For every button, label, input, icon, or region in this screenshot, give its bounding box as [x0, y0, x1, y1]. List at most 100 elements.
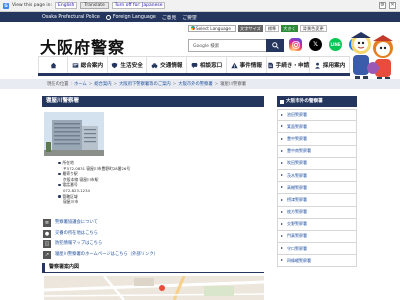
breadcrumb-station-guide[interactable]: 大阪府下警察署等のご案内: [119, 81, 171, 87]
nav-traffic[interactable]: 交通情報: [147, 57, 188, 73]
car-icon: [151, 62, 158, 68]
translate-language-select[interactable]: English: [55, 2, 78, 9]
breadcrumb-separator: :: [70, 81, 72, 87]
nav-label: 採用案内: [322, 63, 346, 69]
site-name-en: Osaka Prefectural Police: [42, 14, 100, 20]
request-link[interactable]: ご要望: [182, 14, 196, 21]
sidebar-item-label: 守口警察署: [287, 245, 307, 251]
nav-general-info[interactable]: 総合案内: [68, 57, 108, 73]
background-color-button[interactable]: 背景色変更: [299, 24, 327, 32]
google-translate-icon: G: [3, 2, 9, 9]
link-text: 防犯情報マップはこちら: [55, 241, 103, 246]
arrow-right-icon: [281, 174, 283, 177]
foreign-language-link[interactable]: Foreign Language: [105, 14, 156, 20]
instagram-icon[interactable]: [289, 38, 302, 51]
breadcrumb-general-info[interactable]: 総合案内: [94, 81, 111, 87]
translate-view-label: View this page in:: [12, 3, 53, 8]
nav-procedures[interactable]: 手続き・申請: [267, 57, 311, 73]
sidebar-item-minoh[interactable]: 箕面警察署: [277, 121, 357, 134]
sidebar-item-label: 豊中南警察署: [287, 148, 311, 154]
document-icon: ≡: [43, 219, 51, 228]
sidebar-item-katano[interactable]: 交野警察署: [277, 218, 357, 231]
nav-recruitment[interactable]: 採用案内: [310, 57, 350, 73]
search-box: [188, 39, 284, 52]
sidebar-item-ibaraki[interactable]: 茨木警察署: [277, 169, 357, 183]
police-station-photo: [44, 112, 104, 156]
document-icon: [268, 62, 273, 68]
person-icon: [314, 62, 320, 69]
font-size-normal-button[interactable]: 標準: [264, 24, 280, 32]
crime-map-link[interactable]: ◫ 防犯情報マップはこちら: [43, 239, 243, 250]
breadcrumb-separator: >: [88, 81, 93, 87]
translate-turn-off-select[interactable]: Turn off for: Japanese: [111, 2, 166, 9]
sidebar-item-hirakata[interactable]: 枚方警察署: [277, 206, 357, 219]
sidebar-item-label: 豊中警察署: [287, 135, 307, 141]
koban-location-link[interactable]: ● 交番の所在地はこちら: [43, 229, 243, 240]
close-icon[interactable]: ✕: [389, 2, 396, 9]
select-language-dropdown[interactable]: Select Language: [188, 24, 236, 32]
sidebar-item-ikeda[interactable]: 池田警察署: [277, 109, 357, 122]
area-value: 寝屋川市: [63, 199, 79, 205]
link-text: 警察署協議会について: [55, 220, 98, 225]
map-section-title: 警察署案内図: [42, 263, 264, 273]
nav-life-safety[interactable]: 生活安全: [108, 57, 148, 73]
map-marker-icon: [159, 285, 165, 291]
search-button[interactable]: [266, 39, 284, 52]
breadcrumb-outside-city[interactable]: 大阪市外の警察署: [178, 81, 212, 87]
translate-button[interactable]: Translate: [80, 2, 109, 9]
main-nav: 総合案内 生活安全 交通情報 相談窓口 事件情報 手続き・申請 採用案内: [38, 56, 350, 76]
sidebar-item-toyonaka-minami[interactable]: 豊中南警察署: [277, 145, 357, 158]
council-link[interactable]: ≡ 警察署協議会について: [43, 218, 243, 229]
sidebar-title: 大阪市外の警察署: [277, 96, 357, 107]
sidebar-item-toyonaka[interactable]: 豊中警察署: [277, 133, 357, 146]
station-info: 所在地 〒572-0831 寝屋川市豊野町28番26号 最寄り駅 京阪本線 寝屋…: [58, 160, 258, 205]
external-link-icon: ↗: [43, 250, 51, 259]
nav-label: 相談窓口: [199, 63, 223, 69]
sidebar-item-label: 摂津警察署: [287, 196, 307, 202]
nav-label: 総合案内: [80, 63, 104, 69]
map-icon: ◫: [43, 240, 51, 249]
breadcrumb-home[interactable]: ホーム: [74, 81, 87, 87]
x-icon[interactable]: 𝕏: [309, 38, 322, 51]
sidebar-item-kadoma[interactable]: 門真警察署: [277, 230, 357, 244]
station-homepage-link[interactable]: ↗ 寝屋川警察署のホームページはこちら（外部リンク）: [43, 250, 243, 261]
station-map[interactable]: [44, 276, 264, 300]
sidebar-item-label: 茨木警察署: [287, 172, 307, 178]
sidebar-item-takatsuki[interactable]: 高槻警察署: [277, 182, 357, 195]
nav-incidents[interactable]: 事件情報: [227, 57, 267, 73]
arrow-right-icon: [281, 259, 283, 262]
link-text: 寝屋川警察署のホームページはこちら（外部リンク）: [55, 251, 158, 257]
font-size-label: 文字サイズ: [238, 24, 263, 32]
select-language-label: Select Language: [196, 25, 231, 31]
sidebar-item-shijonawate[interactable]: 四條畷警察署: [277, 255, 357, 268]
nav-home[interactable]: [38, 57, 68, 73]
sidebar-item-moriguchi[interactable]: 守口警察署: [277, 243, 357, 256]
sidebar-item-settsu[interactable]: 摂津警察署: [277, 194, 357, 207]
globe-icon: [105, 14, 111, 20]
opinion-link[interactable]: ご意見: [162, 14, 176, 21]
google-icon: [191, 26, 195, 30]
settings-icon[interactable]: ⚙: [379, 2, 386, 9]
bullet-icon: [58, 161, 61, 165]
info-icon: [72, 62, 78, 68]
sidebar-station-list: 池田警察署 箕面警察署 豊中警察署 豊中南警察署 吹田警察署 茨木警察署 高槻警…: [277, 109, 357, 268]
line-icon[interactable]: LINE: [329, 38, 342, 51]
access-label-text: 最寄り駅: [62, 171, 78, 177]
bullet-icon: [58, 172, 61, 176]
arrow-right-icon: [281, 222, 283, 225]
related-links: ≡ 警察署協議会について ● 交番の所在地はこちら ◫ 防犯情報マップはこちら …: [43, 218, 243, 260]
sidebar-item-label: 交野警察署: [287, 221, 307, 227]
page-title: 寝屋川警察署: [42, 96, 264, 107]
bullet-icon: [58, 183, 61, 187]
accessibility-tools: Select Language 文字サイズ 標準 大きく 背景色変更: [188, 24, 327, 32]
sidebar-item-suita[interactable]: 吹田警察署: [277, 157, 357, 170]
nav-consultation[interactable]: 相談窓口: [187, 57, 227, 73]
site-title[interactable]: 大阪府警察: [40, 34, 125, 58]
search-input[interactable]: [189, 40, 266, 51]
sidebar-item-label: 枚方警察署: [287, 209, 307, 215]
sidebar-title-text: 大阪市外の警察署: [286, 99, 323, 104]
arrow-right-icon: [281, 114, 283, 117]
font-size-large-button[interactable]: 大きく: [281, 24, 298, 32]
arrow-right-icon: [281, 198, 283, 201]
nav-label: 手続き・申請: [275, 63, 310, 69]
